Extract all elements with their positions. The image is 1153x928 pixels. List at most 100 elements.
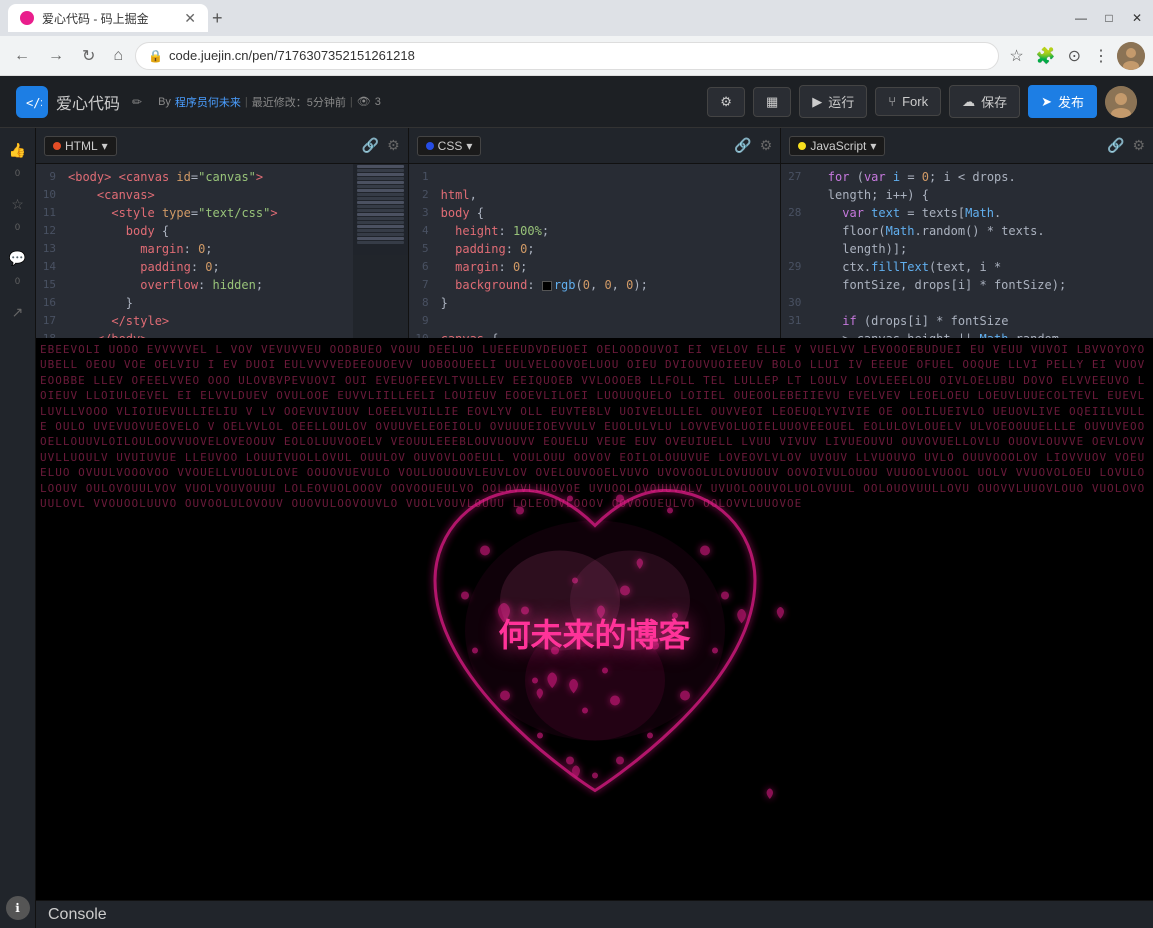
meta-divider2: |: [350, 96, 353, 108]
js-settings-icon[interactable]: ⚙: [1132, 137, 1145, 154]
main-layout: 👍 0 ☆ 0 💬 0 ↗ ℹ HTML ▾: [0, 128, 1153, 928]
css-link-icon[interactable]: 🔗: [734, 137, 751, 154]
star-count: 0: [15, 222, 20, 232]
back-button[interactable]: ←: [8, 43, 36, 69]
send-icon: ➤: [1041, 94, 1052, 110]
code-line: 31 if (drops[i] * fontSize: [781, 312, 1153, 330]
star-icon: ☆: [11, 196, 24, 213]
settings-button[interactable]: ⚙: [707, 87, 745, 117]
js-link-icon[interactable]: 🔗: [1107, 137, 1124, 154]
left-sidebar: 👍 0 ☆ 0 💬 0 ↗ ℹ: [0, 128, 36, 928]
by-label: By: [158, 96, 171, 108]
html-minimap: [353, 164, 408, 338]
forward-button[interactable]: →: [42, 43, 70, 69]
maximize-button[interactable]: □: [1101, 11, 1117, 25]
run-label: 运行: [828, 92, 854, 111]
js-editor-content[interactable]: 27 for (var i = 0; i < drops. length; i+…: [781, 164, 1153, 338]
address-bar[interactable]: 🔒 code.juejin.cn/pen/7176307352151261218: [135, 42, 999, 70]
svg-text:</>: </>: [26, 96, 42, 110]
css-tab-actions: 🔗 ⚙: [734, 137, 772, 154]
tab-favicon: [20, 11, 34, 25]
preview-canvas: EBEEVOLI UODO EVVVVVEL L VOV VEVUVVEU OO…: [36, 338, 1153, 928]
fork-icon: ⑂: [888, 94, 896, 109]
css-editor-tabbar: CSS ▾ 🔗 ⚙: [409, 128, 781, 164]
code-line: length)];: [781, 240, 1153, 258]
html-editor-panel: HTML ▾ 🔗 ⚙ 9 <body> <canvas id="canvas">: [36, 128, 409, 338]
menu-button[interactable]: ⋮: [1089, 42, 1113, 70]
save-button[interactable]: ☁ 保存: [949, 85, 1020, 118]
comment-button[interactable]: 💬: [4, 244, 32, 272]
html-link-icon[interactable]: 🔗: [362, 137, 379, 154]
brand-logo: </> 爱心代码 ✏: [16, 86, 142, 118]
brand-name: 爱心代码: [56, 90, 120, 114]
fork-button[interactable]: ⑂ Fork: [875, 87, 941, 116]
toolbar-actions: ☆ 🧩 ⊙ ⋮: [1005, 42, 1145, 70]
run-icon: ▶: [812, 94, 822, 110]
js-chevron-icon: ▾: [870, 139, 876, 153]
extensions-button[interactable]: 🧩: [1032, 42, 1060, 70]
html-editor-content[interactable]: 9 <body> <canvas id="canvas"> 10 <canvas…: [36, 164, 408, 338]
tab-close-button[interactable]: ✕: [184, 10, 196, 27]
info-button[interactable]: ℹ: [6, 896, 30, 920]
js-editor-tabbar: JavaScript ▾ 🔗 ⚙: [781, 128, 1153, 164]
html-settings-icon[interactable]: ⚙: [387, 137, 400, 154]
tab-bar: 爱心代码 - 码上掘金 ✕ +: [8, 0, 1067, 36]
js-lang-badge: JavaScript ▾: [789, 136, 885, 156]
code-line: length; i++) {: [781, 186, 1153, 204]
code-line: fontSize, drops[i] * fontSize);: [781, 276, 1153, 294]
html-editor-tabbar: HTML ▾ 🔗 ⚙: [36, 128, 408, 164]
css-lang-badge: CSS ▾: [417, 136, 482, 156]
blog-title: 何未来的博客: [498, 610, 690, 656]
comment-icon: 💬: [9, 250, 26, 267]
code-line: 1: [409, 168, 781, 186]
code-line: 30: [781, 294, 1153, 312]
user-avatar[interactable]: [1105, 86, 1137, 118]
logo-icon: </>: [22, 92, 42, 112]
browser-avatar[interactable]: [1117, 42, 1145, 70]
console-label: Console: [48, 906, 107, 924]
code-line: 10 canvas {: [409, 330, 781, 338]
star-button[interactable]: ☆: [4, 190, 32, 218]
refresh-button[interactable]: ↻: [76, 42, 101, 70]
css-settings-icon[interactable]: ⚙: [760, 137, 773, 154]
close-button[interactable]: ✕: [1129, 11, 1145, 25]
share-button[interactable]: ↗: [4, 298, 32, 326]
code-line: 4 height: 100%;: [409, 222, 781, 240]
bookmark-button[interactable]: ☆: [1005, 42, 1027, 70]
url-text: code.juejin.cn/pen/7176307352151261218: [169, 48, 415, 63]
code-line: 8 }: [409, 294, 781, 312]
like-button[interactable]: 👍: [4, 136, 32, 164]
code-line: 27 for (var i = 0; i < drops.: [781, 168, 1153, 186]
console-bar[interactable]: Console: [36, 900, 1153, 928]
new-tab-button[interactable]: +: [208, 8, 227, 29]
css-lang-label: CSS: [438, 139, 463, 153]
profile-button[interactable]: ⊙: [1064, 42, 1085, 70]
user-avatar-image: [1105, 86, 1137, 118]
share-icon: ↗: [12, 304, 24, 321]
browser-tab[interactable]: 爱心代码 - 码上掘金 ✕: [8, 4, 208, 32]
save-label: 保存: [981, 92, 1007, 111]
publish-button[interactable]: ➤ 发布: [1028, 85, 1097, 118]
js-editor-panel: JavaScript ▾ 🔗 ⚙ 27 for (var i = 0; i < …: [781, 128, 1153, 338]
minimize-button[interactable]: —: [1073, 11, 1089, 25]
css-code-lines: 1 2 html, 3 body { 4: [409, 164, 781, 338]
html-lang-label: HTML: [65, 139, 98, 153]
layout-button[interactable]: ▦: [753, 87, 791, 117]
code-line: 28 var text = texts[Math.: [781, 204, 1153, 222]
css-editor-panel: CSS ▾ 🔗 ⚙ 1 2: [409, 128, 782, 338]
eye-icon: 👁: [357, 95, 371, 108]
thumbs-up-icon: 👍: [9, 142, 26, 159]
avatar-image: [1117, 42, 1145, 70]
edit-icon[interactable]: ✏: [132, 95, 142, 109]
publish-label: 发布: [1058, 92, 1084, 111]
code-line: floor(Math.random() * texts.: [781, 222, 1153, 240]
home-button[interactable]: ⌂: [107, 43, 129, 69]
author-link[interactable]: 程序员何未来: [175, 94, 241, 110]
css-chevron-icon: ▾: [466, 139, 472, 153]
run-button[interactable]: ▶ 运行: [799, 85, 867, 118]
browser-toolbar: ← → ↻ ⌂ 🔒 code.juejin.cn/pen/71763073521…: [0, 36, 1153, 76]
js-lang-label: JavaScript: [810, 139, 866, 153]
editors-section: HTML ▾ 🔗 ⚙ 9 <body> <canvas id="canvas">: [36, 128, 1153, 928]
preview-row: EBEEVOLI UODO EVVVVVEL L VOV VEVUVVEU OO…: [36, 338, 1153, 928]
css-editor-content[interactable]: 1 2 html, 3 body { 4: [409, 164, 781, 338]
